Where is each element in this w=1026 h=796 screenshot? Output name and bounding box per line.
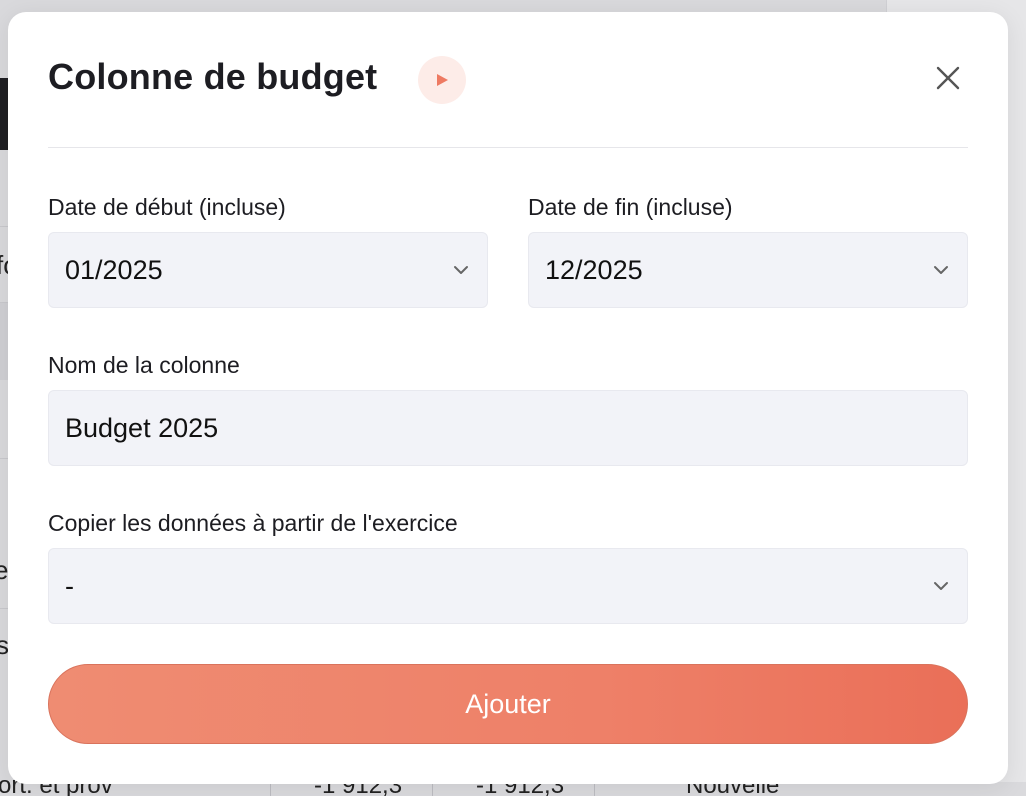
budget-column-modal: Colonne de budget Date de début (incluse… [8, 12, 1008, 784]
close-icon [936, 66, 960, 90]
end-date-value: 12/2025 [545, 254, 643, 285]
start-date-value: 01/2025 [65, 254, 163, 285]
background-cell-divider [270, 782, 271, 796]
column-name-input[interactable]: Budget 2025 [48, 390, 968, 466]
close-button[interactable] [928, 58, 968, 98]
play-tutorial-button[interactable] [418, 56, 466, 104]
copy-from-select[interactable]: - [48, 548, 968, 624]
end-date-label: Date de fin (incluse) [528, 194, 733, 220]
start-date-select[interactable]: 01/2025 [48, 232, 488, 308]
column-name-value: Budget 2025 [65, 412, 219, 443]
copy-from-label: Copier les données à partir de l'exercic… [48, 510, 458, 536]
play-icon [437, 74, 448, 86]
modal-header: Colonne de budget [48, 52, 968, 148]
chevron-down-icon [931, 260, 951, 280]
copy-from-value: - [65, 570, 74, 601]
background-cell-divider [432, 782, 433, 796]
start-date-label: Date de début (incluse) [48, 194, 286, 220]
add-button[interactable]: Ajouter [48, 664, 968, 744]
end-date-select[interactable]: 12/2025 [528, 232, 968, 308]
chevron-down-icon [451, 260, 471, 280]
column-name-label: Nom de la colonne [48, 352, 240, 378]
background-cell-divider [594, 782, 595, 796]
modal-title: Colonne de budget [48, 56, 378, 97]
chevron-down-icon [931, 576, 951, 596]
